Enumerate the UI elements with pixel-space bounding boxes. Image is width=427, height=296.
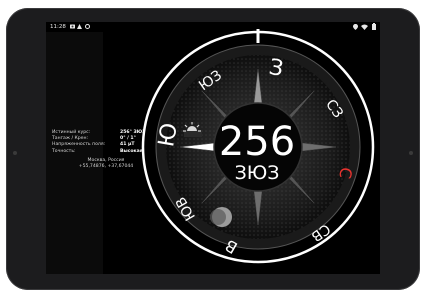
alert-icon — [77, 24, 83, 29]
sensor-dot — [409, 151, 413, 155]
settings-icon — [85, 24, 91, 29]
status-left: 11:28 — [50, 22, 91, 32]
status-time: 11:28 — [50, 24, 66, 30]
info-label: Точность: — [52, 148, 76, 154]
info-block: Истинный курс: 256° ЗЮЗ Тангаж / Крен: 0… — [46, 130, 146, 155]
heading-direction: ЗЮЗ — [234, 162, 280, 184]
front-camera — [13, 151, 17, 155]
photo-icon — [69, 24, 75, 29]
info-row-accuracy: Точность: Высокая — [46, 149, 146, 155]
label-s: Ю — [154, 121, 183, 149]
heading-value: 256 — [218, 119, 296, 165]
